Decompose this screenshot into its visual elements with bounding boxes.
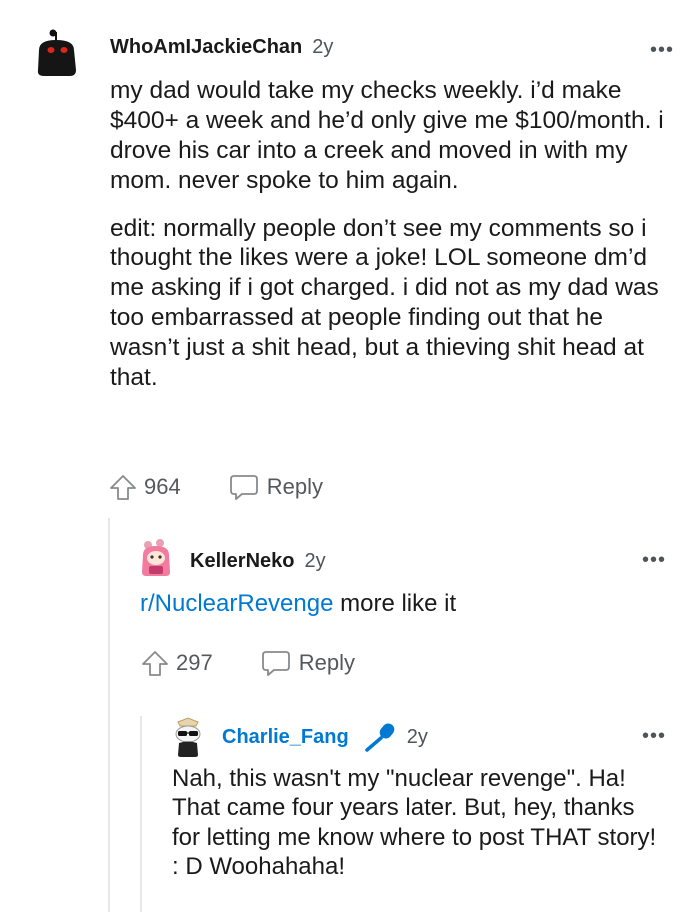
comment-body: Nah, this wasn't my "nuclear revenge". H… [172, 764, 666, 881]
upvote-button[interactable]: 297 [140, 648, 213, 678]
comment-header: Charlie_Fang 2y [222, 722, 428, 752]
microphone-icon [363, 722, 397, 752]
comment-header: KellerNeko 2y [190, 546, 326, 576]
username[interactable]: WhoAmIJackieChan [110, 36, 302, 59]
more-options-icon[interactable]: ••• [642, 726, 666, 746]
comment-body: my dad would take my checks weekly. i’d … [110, 76, 675, 393]
comment-age: 2y [312, 35, 334, 58]
comment-age: 2y [304, 549, 326, 572]
comment-actions: 297 Reply [140, 648, 355, 678]
reply-button[interactable]: Reply [261, 649, 355, 677]
more-options-icon[interactable]: ••• [650, 40, 674, 60]
snoo-avatar-pink-icon[interactable] [140, 538, 172, 578]
comment-header: WhoAmIJackieChan 2y [110, 32, 333, 62]
username[interactable]: KellerNeko [190, 550, 295, 573]
upvote-count: 964 [144, 474, 181, 499]
snoo-avatar-black-icon[interactable] [34, 28, 84, 78]
reply-bubble-icon [229, 475, 258, 500]
snoo-avatar-sunglasses-icon[interactable] [172, 716, 204, 758]
reply-label: Reply [266, 474, 323, 499]
subreddit-link[interactable]: r/NuclearRevenge [140, 590, 333, 617]
upvote-count: 297 [176, 650, 213, 675]
more-options-icon[interactable]: ••• [642, 550, 666, 570]
reply-label: Reply [298, 650, 355, 675]
reply-bubble-icon [261, 651, 290, 676]
upvote-button[interactable]: 964 [108, 472, 181, 502]
thread-line[interactable] [108, 518, 110, 912]
comment-body: r/NuclearRevenge more like it [140, 590, 456, 618]
comment-age: 2y [406, 725, 428, 748]
thread-line[interactable] [140, 716, 142, 912]
comment-actions: 964 Reply [108, 472, 323, 502]
comment-paragraph: Nah, this wasn't my "nuclear revenge". H… [172, 765, 657, 880]
comment-text: more like it [333, 590, 457, 617]
upvote-arrow-icon [110, 475, 136, 500]
comment-paragraph: edit: normally people don’t see my comme… [110, 214, 659, 391]
reply-button[interactable]: Reply [229, 473, 323, 501]
upvote-arrow-icon [142, 651, 168, 676]
comment-paragraph: my dad would take my checks weekly. i’d … [110, 77, 664, 194]
username[interactable]: Charlie_Fang [222, 726, 349, 749]
